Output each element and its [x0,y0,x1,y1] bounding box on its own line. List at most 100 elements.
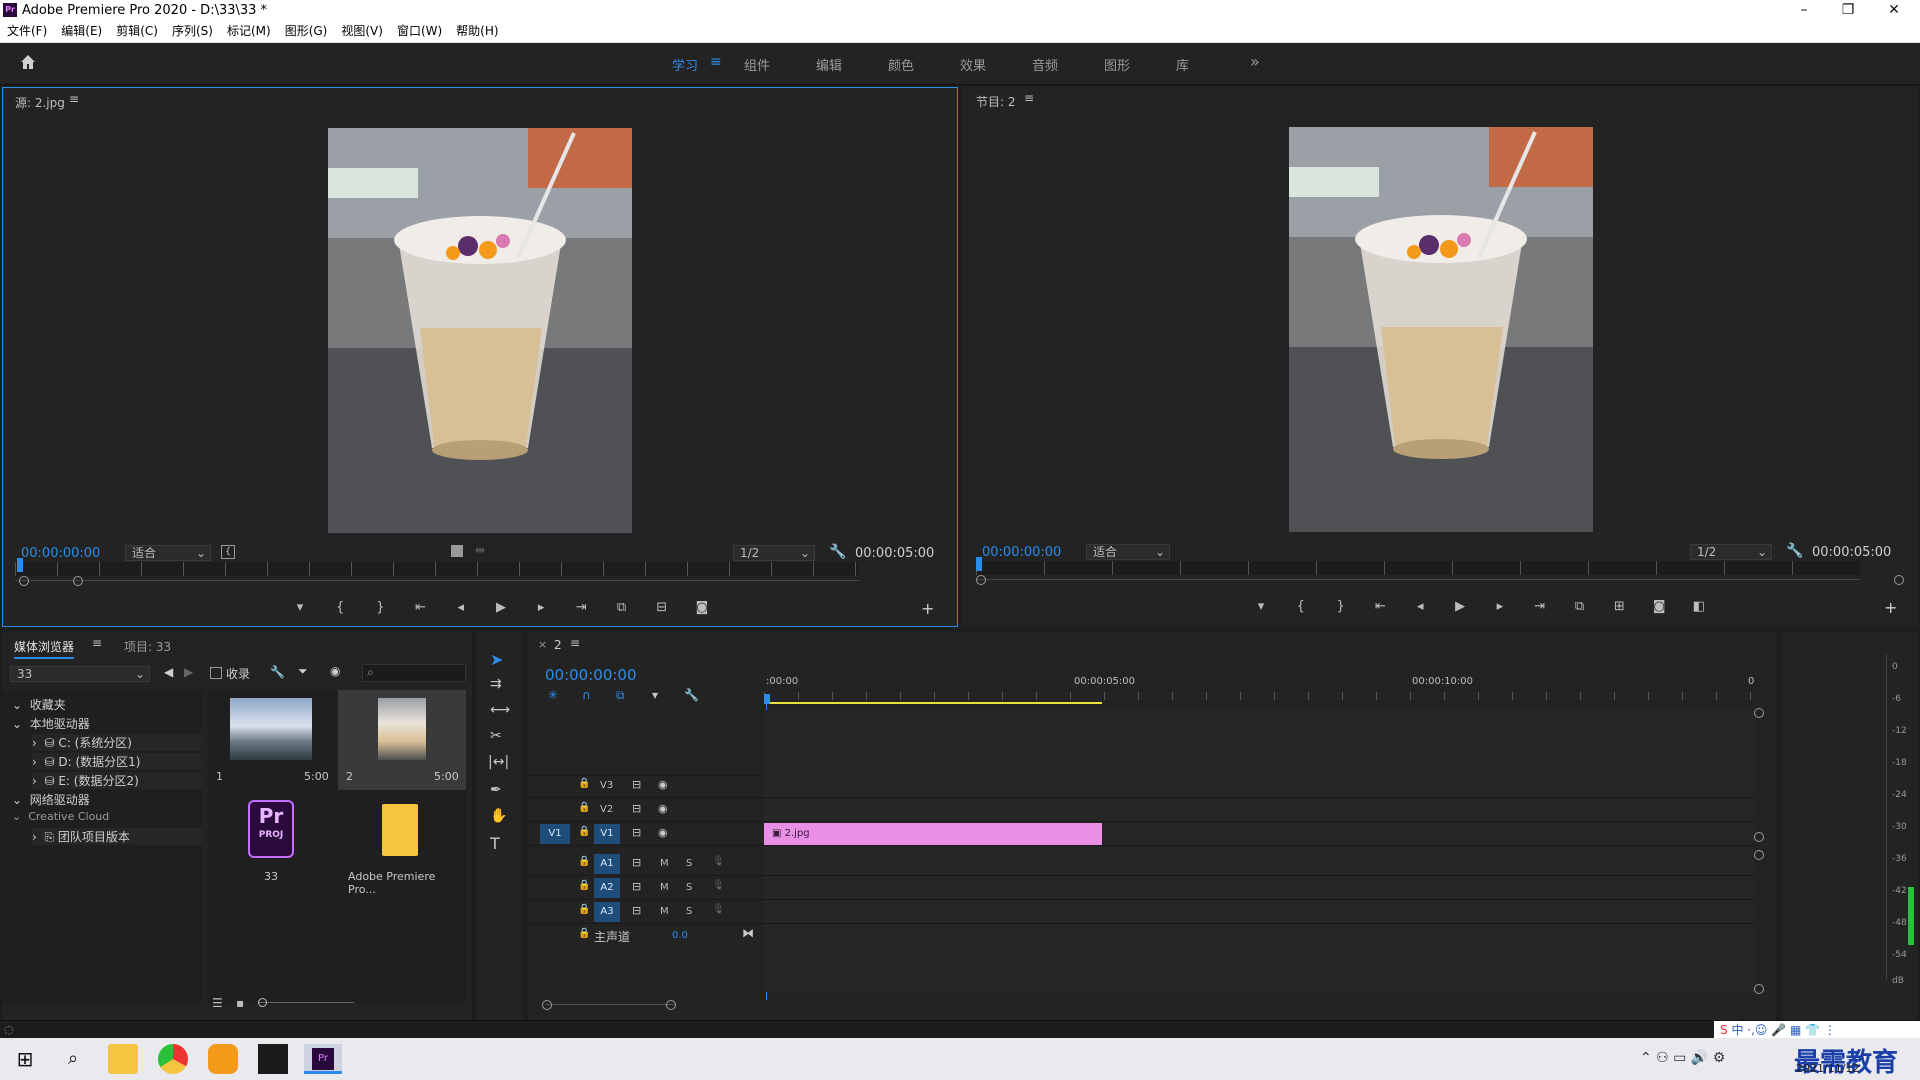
hand-tool-icon[interactable]: ✋ [490,808,507,824]
add-marker-icon[interactable]: ▾ [652,688,658,702]
track-master[interactable]: 🔒 主声道 0.0 ⧓ [528,924,764,948]
track-a1[interactable]: 🔒 A1 ⊟ M S 🎙 [528,852,1754,876]
source-zoom-bar[interactable] [15,580,859,581]
photos-app-icon[interactable] [258,1044,288,1074]
panel-menu-icon[interactable]: ≡ [1024,91,1034,105]
zoom-handle-left[interactable] [19,576,29,586]
source-patch-v1[interactable]: V1 [540,824,570,844]
program-resolution-dropdown[interactable]: 1/2 ⌄ [1690,544,1772,560]
ime-toolbar[interactable]: S 中 ·,☺ 🎤 ▦ 👕 ⋮ [1714,1021,1920,1039]
list-view-icon[interactable]: ☰ [212,996,223,1010]
tab-graphics[interactable]: 图形 [1104,55,1130,74]
step-forward-icon[interactable]: ▸ [532,600,550,620]
track-a3[interactable]: 🔒 A3 ⊟ M S 🎙 [528,900,1754,924]
nest-icon[interactable]: ✳ [548,688,558,702]
icon-view-icon[interactable]: ▪ [236,996,244,1010]
timeline-ruler[interactable]: :00:00 00:00:05:00 00:00:10:00 0 [764,672,1754,706]
drag-audio-icon[interactable]: ⇹ [475,543,485,557]
program-fit-dropdown[interactable]: 适合 ⌄ [1086,544,1170,560]
hscroll-handle[interactable] [542,1000,552,1010]
track-v2[interactable]: 🔒 V2 ⊟ ◉ [528,798,1754,822]
eye-icon[interactable]: ◉ [658,826,668,839]
add-marker-icon[interactable]: ▾ [1252,599,1270,619]
source-playhead[interactable] [17,558,23,572]
selection-tool-icon[interactable]: ➤ [490,650,503,669]
sequence-tab[interactable]: 2 [554,638,562,652]
zoom-handle-right[interactable] [1894,575,1904,585]
solo-button[interactable]: S [686,882,692,893]
button-editor-add-icon[interactable]: + [1884,598,1897,617]
lock-icon[interactable]: 🔒 [578,856,590,867]
sync-lock-icon[interactable]: ⊟ [632,802,641,815]
back-arrow-icon[interactable]: ◀ [164,665,173,679]
windows-start-icon[interactable]: ⊞ [10,1044,40,1074]
panel-menu-icon[interactable]: ≡ [92,636,102,650]
settings-wrench-icon[interactable]: 🔧 [829,544,846,560]
solo-button[interactable]: S [686,858,692,869]
overwrite-clip-icon[interactable]: ⊟ [653,600,671,620]
source-time-ruler[interactable] [15,562,859,576]
menu-edit[interactable]: 编辑(E) [54,20,109,42]
slider-handle[interactable] [258,998,267,1007]
go-to-in-icon[interactable]: ⇤ [412,600,430,620]
close-icon[interactable]: ✕ [1874,0,1914,20]
track-select-tool-icon[interactable]: ⇉ [490,676,502,692]
tree-item-team-projects[interactable]: › ⎘ 团队项目版本 [32,828,202,845]
search-icon[interactable]: ⌕ [58,1044,88,1074]
eye-icon[interactable]: ◉ [330,664,340,678]
tree-item-drive-d[interactable]: › ⛁ D: (数据分区1) [32,753,202,770]
source-monitor-title[interactable]: 源: 2.jpg [15,94,65,111]
razor-tool-icon[interactable]: ✂ [490,728,502,744]
browser-app-icon[interactable] [208,1044,238,1074]
tab-media-browser[interactable]: 媒体浏览器 [14,638,75,659]
source-fit-dropdown[interactable]: 适合 ⌄ [125,545,211,561]
mark-out-icon[interactable]: } [1332,599,1350,619]
program-monitor-title[interactable]: 节目: 2 [976,93,1016,110]
pen-tool-icon[interactable]: ✒ [490,782,502,798]
button-editor-add-icon[interactable]: + [921,599,934,618]
timeline-zoom-scrollbar[interactable] [546,1004,676,1005]
file-explorer-icon[interactable] [108,1044,138,1074]
microphone-icon[interactable]: 🎙 [712,904,725,915]
track-v3[interactable]: 🔒 V3 ⊟ ◉ [528,774,1754,798]
slip-tool-icon[interactable]: |↔| [488,754,509,770]
zoom-handle-right[interactable] [73,576,83,586]
tab-libraries[interactable]: 库 [1176,55,1189,74]
close-tab-icon[interactable]: × [538,638,547,651]
linked-selection-icon[interactable]: ⧉ [616,688,625,703]
ingest-checkbox[interactable] [210,667,222,679]
chrome-icon[interactable] [158,1044,188,1074]
lock-icon[interactable]: 🔒 [578,880,590,891]
tree-item-drive-e[interactable]: › ⛁ E: (数据分区2) [32,772,202,789]
track-name[interactable]: A1 [594,854,620,874]
lock-icon[interactable]: 🔒 [578,802,590,813]
type-tool-icon[interactable]: T [490,834,500,853]
track-a2[interactable]: 🔒 A2 ⊟ M S 🎙 [528,876,1754,900]
media-thumb[interactable]: 1 5:00 [208,690,336,790]
step-forward-icon[interactable]: ▸ [1491,599,1509,619]
menu-help[interactable]: 帮助(H) [449,20,505,42]
more-workspaces-icon[interactable]: » [1250,52,1260,71]
panel-menu-icon[interactable]: ≡ [69,92,79,106]
media-thumb[interactable]: Adobe Premiere Pro... [338,794,466,896]
program-playhead-timecode[interactable]: 00:00:00:00 [982,545,1061,560]
menu-graphics[interactable]: 图形(G) [278,20,335,42]
ripple-edit-tool-icon[interactable]: ⟷ [490,702,510,718]
eye-icon[interactable]: ◉ [658,778,668,791]
media-thumb[interactable]: Pr PROJ 33 [208,794,336,894]
eye-icon[interactable]: ◉ [658,802,668,815]
export-frame-icon[interactable]: ◙ [693,600,711,620]
sync-lock-icon[interactable]: ⊟ [632,856,641,869]
play-icon[interactable]: ▶ [1451,599,1469,619]
timeline-playhead-head[interactable] [764,694,770,704]
microphone-icon[interactable]: 🎙 [712,880,725,891]
mark-in-icon[interactable]: { [1292,599,1310,619]
timeline-settings-icon[interactable]: 🔧 [684,688,699,702]
vscroll-handle[interactable] [1754,832,1764,842]
vscroll-handle[interactable] [1754,850,1764,860]
sync-lock-icon[interactable]: ⊟ [632,778,641,791]
tab-editing[interactable]: 编辑 [816,55,842,74]
sync-lock-icon[interactable]: ⊟ [632,880,641,893]
search-input[interactable]: ⌕ [362,664,466,682]
snap-icon[interactable]: ∩ [582,688,591,702]
